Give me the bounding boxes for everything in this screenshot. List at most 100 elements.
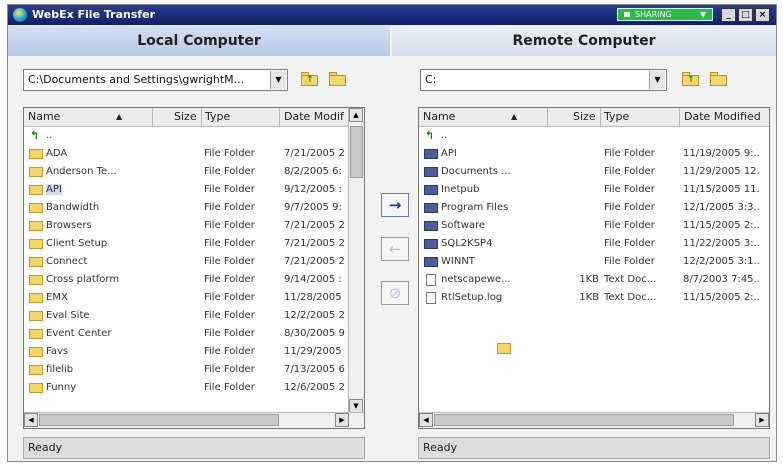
cancel-transfer-button[interactable]: ⊘ bbox=[381, 281, 409, 305]
maximize-button[interactable]: □ bbox=[738, 8, 753, 22]
file-row[interactable]: Software File Folder 11/15/2005 2:.. bbox=[419, 217, 769, 235]
file-row[interactable]: Program Files File Folder 12/1/2005 3:3.. bbox=[419, 199, 769, 217]
col-name-header[interactable]: Name bbox=[423, 110, 455, 123]
file-row[interactable]: Eval Site File Folder 12/2/2005 2 bbox=[24, 307, 364, 325]
file-type: File Folder bbox=[204, 328, 255, 339]
col-type-header[interactable]: Type bbox=[604, 110, 629, 123]
file-row[interactable]: Inetpub File Folder 11/15/2005 11. bbox=[419, 181, 769, 199]
remote-up-folder-button[interactable]: ↑ bbox=[681, 71, 701, 87]
scroll-left-icon[interactable]: ◀ bbox=[419, 413, 433, 427]
file-date: 8/7/2003 7:45.. bbox=[683, 274, 760, 285]
col-size-header[interactable]: Size bbox=[174, 110, 197, 123]
local-vertical-scrollbar[interactable]: ▲ ▼ bbox=[348, 108, 364, 413]
local-path-combobox[interactable]: C:\Documents and Settings\gwrightM... ▼ bbox=[23, 69, 288, 91]
file-date: 9/7/2005 9: bbox=[284, 202, 342, 213]
file-size: 1KB bbox=[579, 274, 599, 285]
upload-button[interactable]: → bbox=[381, 193, 409, 217]
scroll-up-icon[interactable]: ▲ bbox=[349, 108, 363, 122]
file-name: Anderson Te... bbox=[46, 166, 117, 177]
file-row[interactable]: Funny File Folder 12/6/2005 2 bbox=[24, 379, 364, 397]
file-row[interactable]: filelib File Folder 7/13/2005 6 bbox=[24, 361, 364, 379]
folder-icon bbox=[29, 221, 43, 231]
remote-horizontal-scrollbar[interactable]: ◀ ▶ bbox=[419, 412, 769, 428]
sharing-icon bbox=[624, 12, 630, 17]
file-row[interactable]: Documents ... File Folder 11/29/2005 12. bbox=[419, 163, 769, 181]
file-date: 9/12/2005 : bbox=[284, 184, 342, 195]
file-row[interactable]: API File Folder 9/12/2005 : bbox=[24, 181, 364, 199]
local-pane-header: Local Computer bbox=[8, 26, 390, 56]
file-row[interactable]: Bandwidth File Folder 9/7/2005 9: bbox=[24, 199, 364, 217]
file-row[interactable]: Anderson Te... File Folder 8/2/2005 6: bbox=[24, 163, 364, 181]
file-type: File Folder bbox=[204, 382, 255, 393]
close-button[interactable]: × bbox=[755, 8, 770, 22]
scroll-left-icon[interactable]: ◀ bbox=[24, 413, 38, 427]
folder-icon bbox=[29, 275, 43, 285]
col-date-header[interactable]: Date Modified bbox=[684, 110, 761, 123]
local-path-text: C:\Documents and Settings\gwrightM... bbox=[28, 73, 245, 86]
local-new-folder-button[interactable] bbox=[328, 71, 348, 87]
parent-directory-row[interactable]: ↰ .. bbox=[419, 127, 769, 145]
remote-file-list[interactable]: Name ▲ Size Type Date Modified ↰ .. API F… bbox=[418, 107, 770, 429]
folder-icon bbox=[29, 257, 43, 267]
local-up-folder-button[interactable]: ↑ bbox=[300, 71, 320, 87]
file-name: Eval Site bbox=[46, 310, 90, 321]
title-bar[interactable]: WebEx File Transfer SHARING ▼ _ □ × bbox=[8, 5, 776, 25]
up-directory-icon: ↰ bbox=[30, 129, 40, 142]
scroll-thumb[interactable] bbox=[350, 126, 363, 178]
sharing-status-button[interactable]: SHARING ▼ bbox=[617, 8, 713, 21]
file-row[interactable]: RtlSetup.log 1KB Text Doc... 11/15/2005 2:.… bbox=[419, 289, 769, 307]
folder-icon bbox=[29, 239, 43, 249]
scroll-right-icon[interactable]: ▶ bbox=[755, 413, 769, 427]
file-row[interactable]: WINNT File Folder 12/2/2005 3:1.. bbox=[419, 253, 769, 271]
col-date-header[interactable]: Date Modif bbox=[284, 110, 344, 123]
file-row[interactable]: ADA File Folder 7/21/2005 2 bbox=[24, 145, 364, 163]
file-row[interactable]: EMX File Folder 11/28/2005 bbox=[24, 289, 364, 307]
file-date: 11/29/2005 bbox=[284, 346, 342, 357]
file-row[interactable]: API File Folder 11/19/2005 9:.. bbox=[419, 145, 769, 163]
col-name-header[interactable]: Name bbox=[28, 110, 60, 123]
local-file-list[interactable]: Name ▲ Size Type Date Modif ↰ .. ADA File… bbox=[23, 107, 365, 429]
folder-icon bbox=[424, 185, 438, 195]
file-row[interactable]: netscapewe... 1KB Text Doc... 8/7/2003 7:45… bbox=[419, 271, 769, 289]
file-row[interactable]: Connect File Folder 7/21/2005 2 bbox=[24, 253, 364, 271]
folder-icon bbox=[424, 221, 438, 231]
file-type: File Folder bbox=[604, 166, 655, 177]
chevron-down-icon[interactable]: ▼ bbox=[649, 71, 665, 89]
col-type-header[interactable]: Type bbox=[205, 110, 230, 123]
file-row[interactable]: Browsers File Folder 7/21/2005 2 bbox=[24, 217, 364, 235]
file-row[interactable]: Event Center File Folder 8/30/2005 9 bbox=[24, 325, 364, 343]
chevron-down-icon: ▼ bbox=[700, 10, 707, 19]
remote-path-combobox[interactable]: C: ▼ bbox=[420, 69, 667, 91]
file-type: File Folder bbox=[604, 202, 655, 213]
remote-status-bar: Ready bbox=[418, 437, 770, 459]
download-button[interactable]: ← bbox=[381, 237, 409, 261]
chevron-down-icon[interactable]: ▼ bbox=[270, 71, 286, 89]
scroll-thumb[interactable] bbox=[39, 414, 279, 426]
minimize-button[interactable]: _ bbox=[721, 8, 736, 22]
scroll-right-icon[interactable]: ▶ bbox=[335, 413, 349, 427]
file-date: 12/2/2005 3:1.. bbox=[683, 256, 760, 267]
file-row[interactable]: Favs File Folder 11/29/2005 bbox=[24, 343, 364, 361]
remote-column-headers: Name ▲ Size Type Date Modified bbox=[419, 108, 769, 127]
parent-directory-row[interactable]: ↰ .. bbox=[24, 127, 364, 145]
file-name: Connect bbox=[46, 256, 88, 267]
file-row[interactable]: Client Setup File Folder 7/21/2005 2 bbox=[24, 235, 364, 253]
file-name: RtlSetup.log bbox=[441, 292, 503, 303]
folder-icon bbox=[424, 203, 438, 213]
file-type: File Folder bbox=[204, 220, 255, 231]
sharing-label: SHARING bbox=[635, 10, 672, 19]
local-horizontal-scrollbar[interactable]: ◀ ▶ bbox=[24, 412, 364, 428]
col-size-header[interactable]: Size bbox=[573, 110, 596, 123]
folder-icon bbox=[29, 149, 43, 159]
scroll-down-icon[interactable]: ▼ bbox=[349, 399, 363, 413]
file-name: Event Center bbox=[46, 328, 112, 339]
file-row[interactable]: Cross platform File Folder 9/14/2005 : bbox=[24, 271, 364, 289]
scroll-thumb[interactable] bbox=[434, 414, 734, 426]
file-row[interactable]: SQL2KSP4 File Folder 11/22/2005 3:.. bbox=[419, 235, 769, 253]
file-date: 11/15/2005 11. bbox=[683, 184, 760, 195]
file-type: File Folder bbox=[204, 256, 255, 267]
text-document-icon bbox=[426, 292, 436, 304]
remote-new-folder-button[interactable] bbox=[709, 71, 729, 87]
file-name: Client Setup bbox=[46, 238, 108, 249]
file-name: Funny bbox=[46, 382, 77, 393]
